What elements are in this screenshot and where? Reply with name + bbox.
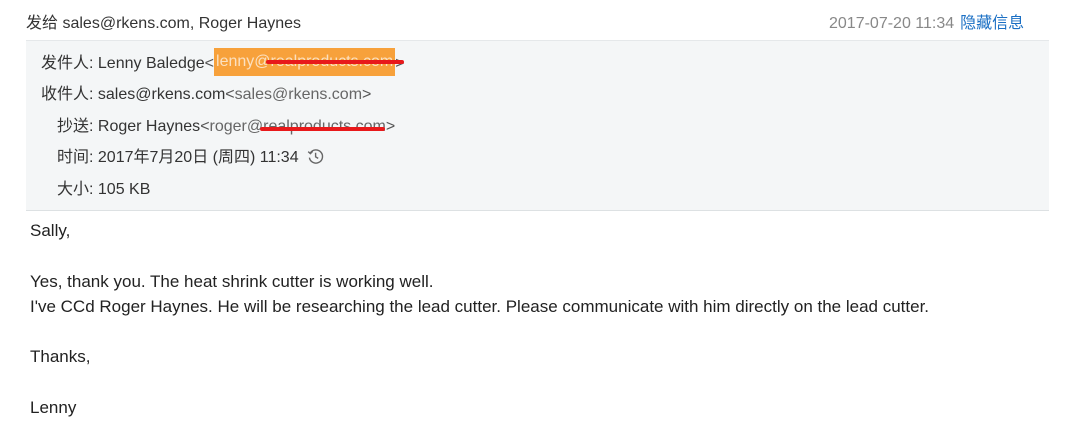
body-line-1: Yes, thank you. The heat shrink cutter i… — [30, 272, 434, 291]
time-value: 2017年7月20日 (周四) 11:34 — [97, 149, 299, 166]
sent-to-recipients: sales@rkens.com, Roger Haynes — [62, 15, 302, 32]
from-email-redacted: lenny@realproducts.com — [214, 48, 405, 76]
cc-email-redacted: roger@realproducts.com — [210, 116, 386, 138]
to-email: sales@rkens.com — [234, 86, 363, 103]
cc-label: 抄送: — [57, 118, 94, 135]
sent-to-summary: 发给 sales@rkens.com, Roger Haynes — [26, 9, 301, 33]
mail-date: 2017-07-20 11:34 — [829, 15, 955, 32]
mail-header-panel: 发件人: Lenny Baledge<lenny@realproducts.co… — [26, 40, 1049, 211]
size-label: 大小: — [57, 181, 94, 198]
body-greeting: Sally, — [30, 221, 71, 240]
from-row: 发件人: Lenny Baledge<lenny@realproducts.co… — [41, 48, 405, 76]
from-label: 发件人: — [41, 55, 94, 73]
from-name[interactable]: Lenny Baledge — [98, 55, 205, 72]
mail-summary-bar: 发给 sales@rkens.com, Roger Haynes 2017-07… — [0, 0, 1073, 40]
to-row: 收件人: sales@rkens.com<sales@rkens.com> — [41, 86, 372, 103]
redaction-mark — [266, 60, 405, 64]
time-row: 时间: 2017年7月20日 (周四) 11:34 — [57, 147, 324, 169]
hide-details-link[interactable]: 隐藏信息 — [960, 15, 1024, 32]
time-label: 时间: — [57, 149, 94, 166]
body-line-2: I've CCd Roger Haynes. He will be resear… — [30, 297, 930, 316]
to-name[interactable]: sales@rkens.com — [98, 86, 225, 103]
cc-row: 抄送: Roger Haynes<roger@realproducts.com> — [57, 116, 395, 138]
body-closing: Thanks, — [30, 347, 91, 366]
size-row: 大小: 105 KB — [57, 179, 150, 201]
redaction-mark — [259, 127, 385, 131]
to-label: 收件人: — [41, 86, 94, 103]
size-value: 105 KB — [97, 181, 151, 198]
clock-history-icon[interactable] — [307, 148, 324, 165]
body-signature: Lenny — [30, 398, 77, 417]
cc-name[interactable]: Roger Haynes — [98, 118, 200, 135]
summary-right: 2017-07-20 11:34 隐藏信息 — [829, 9, 1049, 33]
sent-prefix: 发给 — [26, 15, 59, 32]
